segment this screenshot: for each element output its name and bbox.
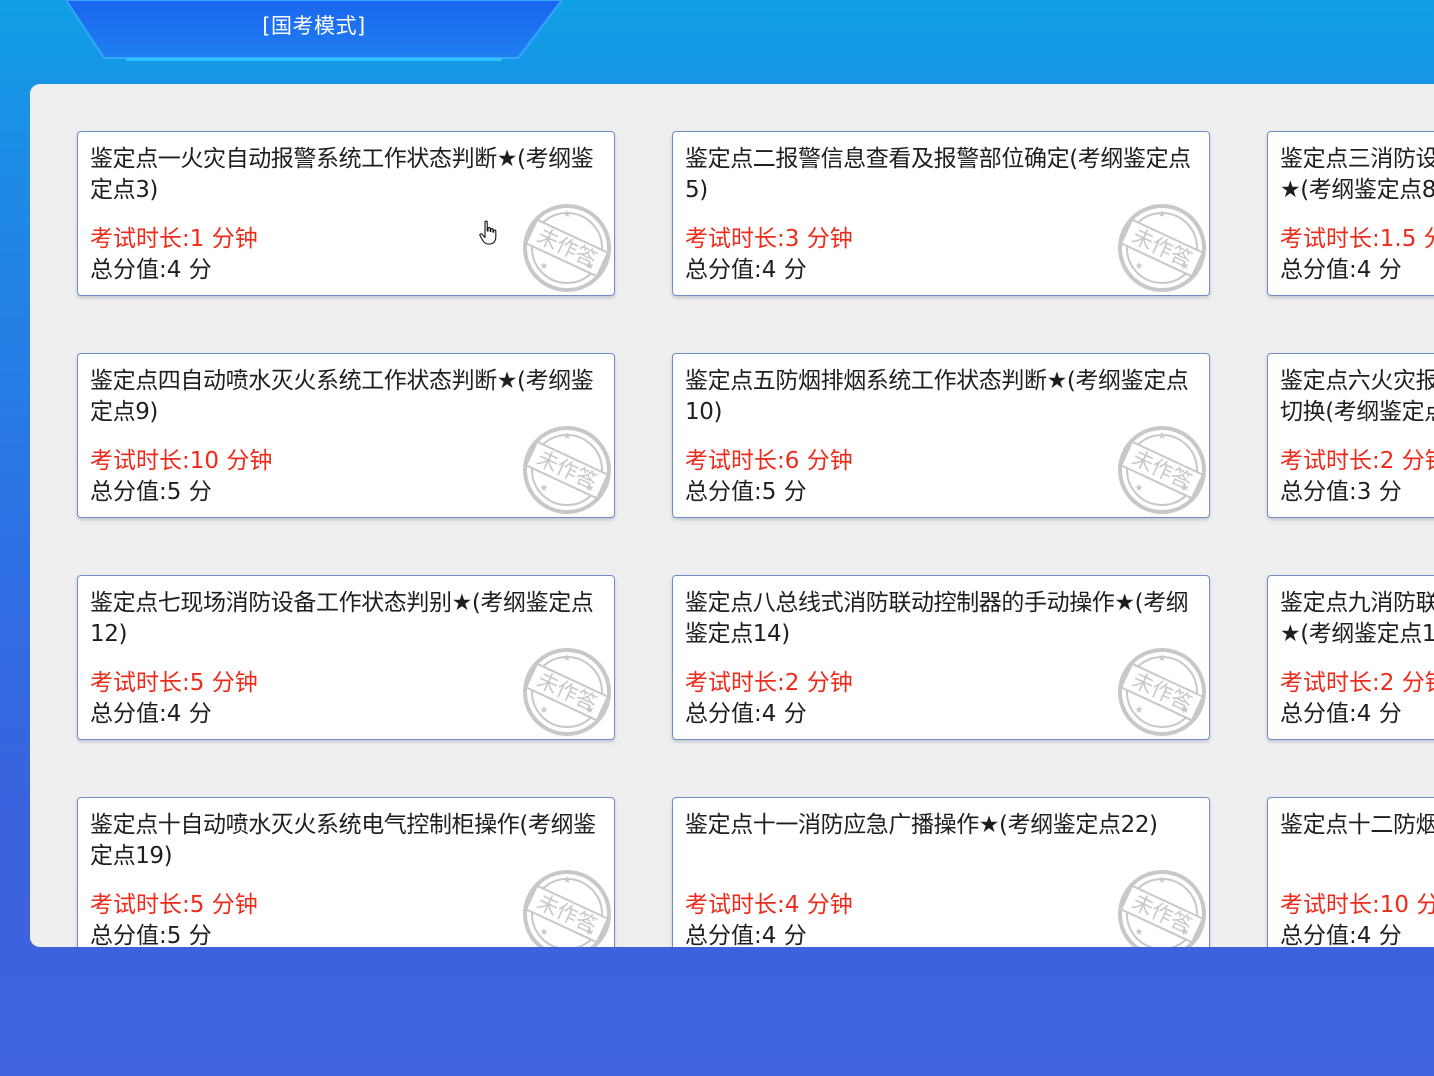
stamp-star-icon: ★ xyxy=(563,875,572,886)
stamp-star-icon: ★ xyxy=(540,483,549,494)
unanswered-stamp-icon: 未作答★★ ★ xyxy=(1118,426,1206,514)
stamp-star-icon: ★ xyxy=(1181,483,1190,494)
card-duration: 考试时长:3 分钟 xyxy=(685,226,853,252)
card-title: 鉴定点七现场消防设备工作状态判别★(考纲鉴定点12) xyxy=(90,590,594,647)
card-score: 总分值:4 分 xyxy=(685,257,807,283)
card-duration: 考试时长:2 分钟 xyxy=(1280,448,1434,474)
stamp-star-icon: ★ xyxy=(1158,209,1167,220)
stamp-star-icon: ★ xyxy=(1181,261,1190,272)
exam-card[interactable]: 鉴定点四自动喷水灭火系统工作状态判断★(考纲鉴定点9) 考试时长:10 分钟 总分值… xyxy=(77,353,615,518)
card-score: 总分值:5 分 xyxy=(685,479,807,505)
card-duration: 考试时长:6 分钟 xyxy=(685,448,853,474)
stamp-star-icon: ★ xyxy=(586,261,595,272)
card-score: 总分值:4 分 xyxy=(1280,923,1402,947)
card-title: 鉴定点十二防烟 xyxy=(1280,812,1434,838)
stamp-star-icon: ★ xyxy=(586,927,595,938)
card-title: 鉴定点二报警信息查看及报警部位确定(考纲鉴定点5) xyxy=(685,146,1191,203)
card-duration: 考试时长:10 分钟 xyxy=(90,448,273,474)
exam-card[interactable]: 鉴定点十自动喷水灭火系统电气控制柜操作(考纲鉴定点19) 考试时长:5 分钟 总分值… xyxy=(77,797,615,947)
stamp-star-icon: ★ xyxy=(586,483,595,494)
card-duration: 考试时长:1 分钟 xyxy=(90,226,258,252)
stamp-star-icon: ★ xyxy=(1135,483,1144,494)
stamp-star-icon: ★ xyxy=(1135,705,1144,716)
card-score: 总分值:4 分 xyxy=(685,701,807,727)
exam-card[interactable]: 鉴定点一火灾自动报警系统工作状态判断★(考纲鉴定点3) 考试时长:1 分钟 总分值:… xyxy=(77,131,615,296)
card-duration: 考试时长:2 分钟 xyxy=(1280,670,1434,696)
card-title: 鉴定点四自动喷水灭火系统工作状态判断★(考纲鉴定点9) xyxy=(90,368,594,425)
card-score: 总分值:4 分 xyxy=(90,701,212,727)
unanswered-stamp-icon: 未作答★★ ★ xyxy=(1118,870,1206,947)
stamp-star-icon: ★ xyxy=(1158,875,1167,886)
card-score: 总分值:5 分 xyxy=(90,923,212,947)
card-title: 鉴定点十一消防应急广播操作★(考纲鉴定点22) xyxy=(685,812,1158,838)
exam-card[interactable]: 鉴定点九消防联 ★(考纲鉴定点1考试时长:2 分钟总分值:4 分未作答★★★ xyxy=(1267,575,1434,740)
main-panel: 鉴定点一火灾自动报警系统工作状态判断★(考纲鉴定点3) 考试时长:1 分钟 总分值:… xyxy=(30,84,1434,947)
unanswered-stamp-icon: 未作答★★ ★ xyxy=(1118,648,1206,736)
card-score: 总分值:3 分 xyxy=(1280,479,1402,505)
card-title: 鉴定点一火灾自动报警系统工作状态判断★(考纲鉴定点3) xyxy=(90,146,594,203)
card-score: 总分值:4 分 xyxy=(1280,701,1402,727)
exam-card[interactable]: 鉴定点五防烟排烟系统工作状态判断★(考纲鉴定点10) 考试时长:6 分钟 总分值:5… xyxy=(672,353,1210,518)
exam-card[interactable]: 鉴定点三消防设 ★(考纲鉴定点8考试时长:1.5 分总分值:4 分未作答★★★ xyxy=(1267,131,1434,296)
mode-tab[interactable]: [国考模式] xyxy=(66,0,562,62)
stamp-star-icon: ★ xyxy=(563,653,572,664)
unanswered-stamp-icon: 未作答★★ ★ xyxy=(523,648,611,736)
exam-card[interactable]: 鉴定点八总线式消防联动控制器的手动操作★(考纲鉴定点14) 考试时长:2 分钟 总分… xyxy=(672,575,1210,740)
unanswered-stamp-icon: 未作答★★ ★ xyxy=(523,870,611,947)
exam-card[interactable]: 鉴定点六火灾报 切换(考纲鉴定点考试时长:2 分钟总分值:3 分未作答★★★ xyxy=(1267,353,1434,518)
stamp-star-icon: ★ xyxy=(1135,261,1144,272)
unanswered-stamp-icon: 未作答★★ ★ xyxy=(523,426,611,514)
stamp-star-icon: ★ xyxy=(1181,927,1190,938)
unanswered-stamp-icon: 未作答★★ ★ xyxy=(523,204,611,292)
card-title: 鉴定点三消防设 ★(考纲鉴定点8 xyxy=(1280,146,1434,203)
stamp-star-icon: ★ xyxy=(1158,653,1167,664)
card-title: 鉴定点五防烟排烟系统工作状态判断★(考纲鉴定点10) xyxy=(685,368,1189,425)
unanswered-stamp-icon: 未作答★★ ★ xyxy=(1118,204,1206,292)
hand-cursor-icon xyxy=(479,220,497,245)
card-duration: 考试时长:1.5 分 xyxy=(1280,226,1434,252)
card-title: 鉴定点八总线式消防联动控制器的手动操作★(考纲鉴定点14) xyxy=(685,590,1189,647)
card-duration: 考试时长:5 分钟 xyxy=(90,670,258,696)
stamp-star-icon: ★ xyxy=(540,927,549,938)
exam-card[interactable]: 鉴定点二报警信息查看及报警部位确定(考纲鉴定点5) 考试时长:3 分钟 总分值:4 … xyxy=(672,131,1210,296)
exam-card[interactable]: 鉴定点十二防烟考试时长:10 分总分值:4 分未作答★★★ xyxy=(1267,797,1434,947)
card-title: 鉴定点六火灾报 切换(考纲鉴定点 xyxy=(1280,368,1434,425)
card-score: 总分值:4 分 xyxy=(1280,257,1402,283)
stamp-star-icon: ★ xyxy=(540,705,549,716)
card-score: 总分值:4 分 xyxy=(685,923,807,947)
stamp-star-icon: ★ xyxy=(1135,927,1144,938)
stamp-star-icon: ★ xyxy=(540,261,549,272)
card-title: 鉴定点九消防联 ★(考纲鉴定点1 xyxy=(1280,590,1434,647)
stamp-star-icon: ★ xyxy=(1158,431,1167,442)
stamp-star-icon: ★ xyxy=(563,209,572,220)
card-duration: 考试时长:5 分钟 xyxy=(90,892,258,918)
card-duration: 考试时长:4 分钟 xyxy=(685,892,853,918)
mode-tab-label: [国考模式] xyxy=(262,14,366,38)
card-duration: 考试时长:2 分钟 xyxy=(685,670,853,696)
card-score: 总分值:5 分 xyxy=(90,479,212,505)
card-duration: 考试时长:10 分 xyxy=(1280,892,1434,918)
stamp-star-icon: ★ xyxy=(586,705,595,716)
exam-card[interactable]: 鉴定点十一消防应急广播操作★(考纲鉴定点22) 考试时长:4 分钟 总分值:4 分未… xyxy=(672,797,1210,947)
card-title: 鉴定点十自动喷水灭火系统电气控制柜操作(考纲鉴定点19) xyxy=(90,812,596,869)
stamp-star-icon: ★ xyxy=(563,431,572,442)
exam-card[interactable]: 鉴定点七现场消防设备工作状态判别★(考纲鉴定点12) 考试时长:5 分钟 总分值:4… xyxy=(77,575,615,740)
card-score: 总分值:4 分 xyxy=(90,257,212,283)
stamp-star-icon: ★ xyxy=(1181,705,1190,716)
